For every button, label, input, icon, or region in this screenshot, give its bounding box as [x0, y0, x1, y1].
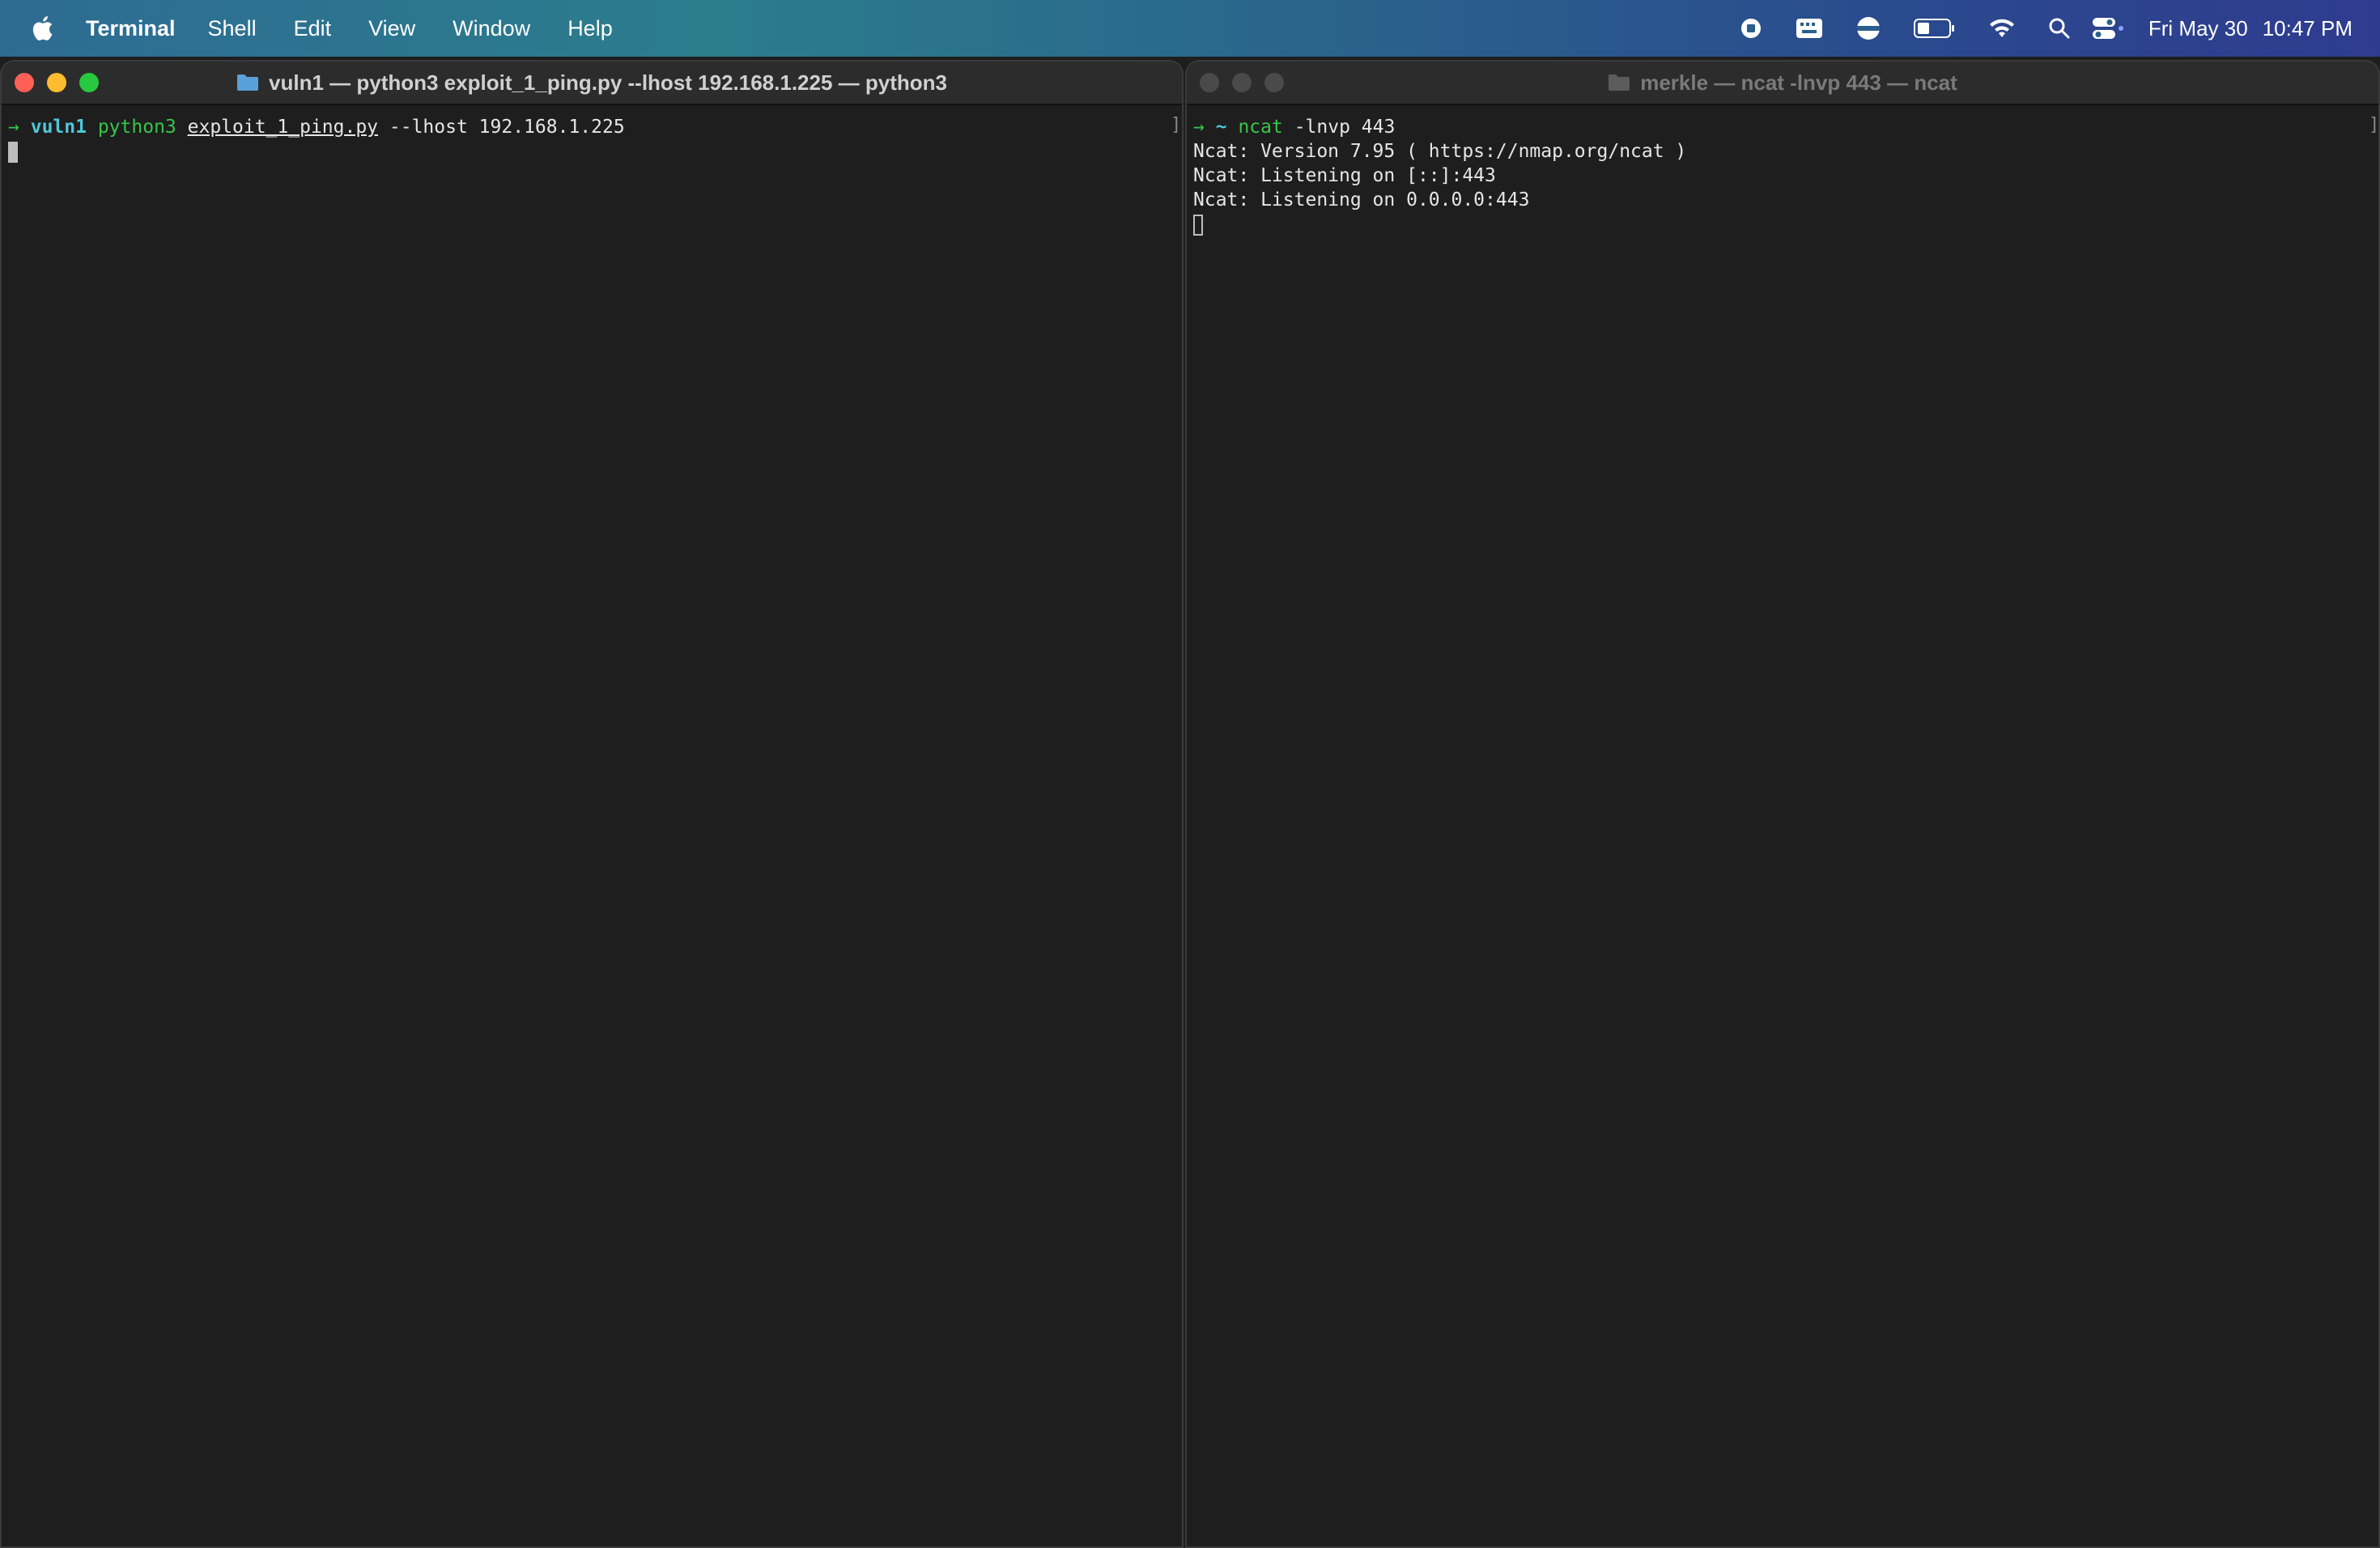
- window-titlebar[interactable]: vuln1 — python3 exploit_1_ping.py --lhos…: [2, 62, 1182, 105]
- keyboard-icon[interactable]: [1796, 18, 1823, 39]
- output-line: Ncat: Version 7.95 ( https://nmap.org/nc…: [1193, 141, 1687, 162]
- prompt-cwd: vuln1: [30, 117, 87, 138]
- command-name: ncat: [1238, 117, 1283, 138]
- prompt-cwd: ~: [1215, 117, 1227, 138]
- control-center-icon[interactable]: [2092, 16, 2124, 40]
- cursor-line: [1193, 212, 2378, 236]
- terminal-window-right[interactable]: merkle — ncat -lnvp 443 — ncat → ~ ncat …: [1185, 60, 2380, 1548]
- minimize-button[interactable]: [1232, 73, 1252, 92]
- output-line: Ncat: Listening on [::]:443: [1193, 165, 1496, 186]
- window-title: vuln1 — python3 exploit_1_ping.py --lhos…: [236, 70, 947, 96]
- prompt-arrow: →: [8, 117, 19, 138]
- terminal-output[interactable]: → vuln1 python3 exploit_1_ping.py --lhos…: [2, 105, 1182, 1546]
- menu-app-terminal[interactable]: Terminal: [86, 16, 176, 41]
- folder-icon: [1608, 74, 1630, 91]
- menu-help[interactable]: Help: [567, 16, 613, 41]
- screen-record-icon[interactable]: [1739, 16, 1763, 40]
- battery-icon[interactable]: [1913, 18, 1956, 39]
- command-script: exploit_1_ping.py: [187, 117, 379, 138]
- zoom-button[interactable]: [1264, 73, 1284, 92]
- terminal-cursor: [1193, 214, 1203, 236]
- wifi-icon[interactable]: [1988, 18, 2016, 39]
- cursor-line: [8, 139, 1182, 164]
- menu-edit[interactable]: Edit: [294, 16, 332, 41]
- menu-bar-clock[interactable]: Fri May 30 10:47 PM: [2148, 16, 2352, 41]
- zoom-button[interactable]: [79, 73, 99, 92]
- clock-time: 10:47 PM: [2262, 15, 2352, 40]
- command-args: --lhost 192.168.1.225: [389, 117, 625, 138]
- close-button[interactable]: [15, 73, 34, 92]
- clock-date: Fri May 30: [2148, 15, 2248, 40]
- menu-view[interactable]: View: [368, 16, 415, 41]
- status-area: Fri May 30 10:47 PM: [1706, 0, 2352, 57]
- close-button[interactable]: [1200, 73, 1219, 92]
- window-title: merkle — ncat -lnvp 443 — ncat: [1608, 70, 1957, 96]
- window-title-text: merkle — ncat -lnvp 443 — ncat: [1640, 70, 1957, 95]
- terminal-output[interactable]: → ~ ncat -lnvp 443 Ncat: Version 7.95 ( h…: [1187, 105, 2378, 1546]
- window-controls: [1200, 73, 1297, 92]
- command-args: -lnvp 443: [1294, 117, 1396, 138]
- vpn-icon[interactable]: [1855, 15, 1881, 41]
- terminal-cursor: [8, 141, 18, 163]
- prompt-line: → vuln1 python3 exploit_1_ping.py --lhos…: [8, 115, 1182, 139]
- right-edge-bracket: ]: [2369, 115, 2380, 135]
- menu-bar: Terminal Shell Edit View Window Help Fri…: [0, 0, 2380, 57]
- menu-shell[interactable]: Shell: [208, 16, 257, 41]
- folder-icon: [236, 74, 259, 91]
- command-name: python3: [97, 117, 176, 138]
- output-line: Ncat: Listening on 0.0.0.0:443: [1193, 189, 1530, 211]
- spotlight-search-icon[interactable]: [2048, 17, 2071, 40]
- terminal-window-left[interactable]: vuln1 — python3 exploit_1_ping.py --lhos…: [0, 60, 1184, 1548]
- apple-menu-icon[interactable]: [31, 12, 58, 45]
- window-titlebar[interactable]: merkle — ncat -lnvp 443 — ncat: [1187, 62, 2378, 105]
- menu-window[interactable]: Window: [453, 16, 530, 41]
- prompt-line: → ~ ncat -lnvp 443: [1193, 115, 2378, 139]
- window-controls: [15, 73, 112, 92]
- prompt-arrow: →: [1193, 117, 1205, 138]
- minimize-button[interactable]: [47, 73, 66, 92]
- right-edge-bracket: ]: [1171, 115, 1182, 135]
- window-title-text: vuln1 — python3 exploit_1_ping.py --lhos…: [269, 70, 947, 95]
